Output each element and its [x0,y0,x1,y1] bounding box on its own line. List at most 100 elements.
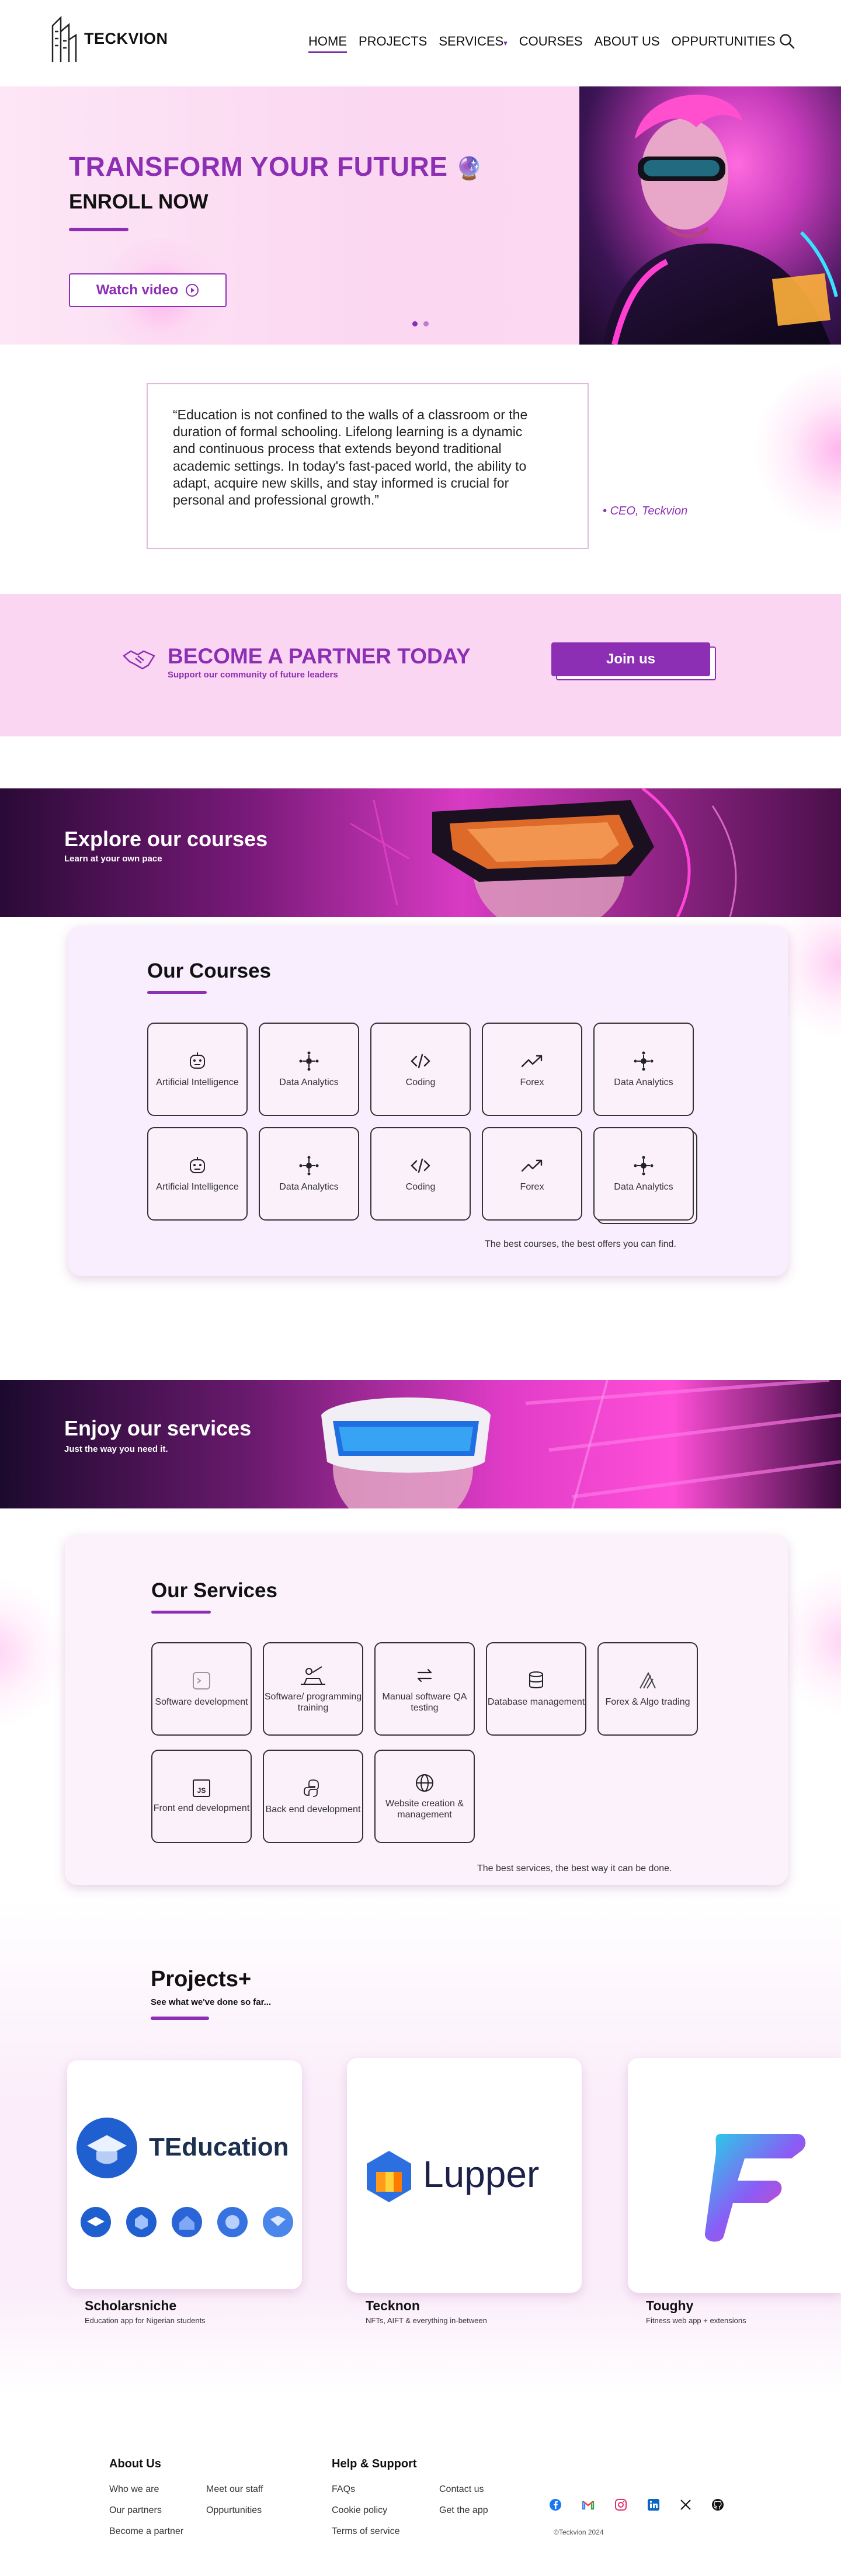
project-name: Toughy [646,2298,694,2313]
code-icon [411,1159,430,1173]
project-name: Tecknon [366,2298,420,2313]
hero-subtitle: ENROLL NOW [69,190,208,213]
service-tile-website[interactable]: Website creation & management [374,1750,475,1843]
footer-link[interactable]: Cookie policy [332,2505,387,2516]
search-icon[interactable] [779,33,795,49]
github-icon[interactable] [711,2498,724,2511]
footer-link[interactable]: Oppurtunities [206,2505,262,2516]
courses-banner-title: Explore our courses [64,827,268,851]
service-label: Database management [487,1697,585,1708]
courses-banner: Explore our courses Learn at your own pa… [0,788,841,917]
course-tile-data-analytics[interactable]: Data Analytics [259,1023,359,1116]
course-label: Data Analytics [614,1182,673,1193]
terminal-icon [193,1672,210,1690]
database-icon [529,1671,543,1689]
instagram-icon[interactable] [614,2498,627,2511]
carousel-dot[interactable] [412,321,418,326]
course-label: Artificial Intelligence [156,1182,239,1193]
course-tile-ai[interactable]: Artificial Intelligence [147,1023,248,1116]
projects-underline [151,2017,209,2020]
service-tile-forex-algo[interactable]: Forex & Algo trading [597,1642,698,1736]
chevron-down-icon: ▾ [503,39,508,47]
project-card-scholarsniche[interactable]: TEducation [67,2060,302,2289]
service-tile-training[interactable]: Software/ programming training [263,1642,363,1736]
watch-video-button[interactable]: Watch video [69,273,227,307]
course-tile-forex[interactable]: Forex [482,1127,582,1221]
nav-services[interactable]: SERVICES▾ [439,34,507,53]
robot-icon [190,1157,205,1174]
project-card-tecknon[interactable]: Lupper [347,2058,582,2293]
course-tile-coding[interactable]: Coding [370,1023,471,1116]
watch-video-label: Watch video [96,282,179,298]
nav-courses[interactable]: COURSES [519,34,583,53]
service-tile-software-dev[interactable]: Software development [151,1642,252,1736]
service-tile-back-end[interactable]: Back end development [263,1750,363,1843]
vr-glasses-illustration [321,1380,841,1508]
footer-link[interactable]: FAQs [332,2484,355,2495]
footer-link[interactable]: Become a partner [109,2526,183,2537]
projects-heading: Projects+ [151,1967,252,1991]
top-navbar: TECKVION HOME PROJECTS SERVICES▾ COURSES… [0,0,841,86]
trading-icon [640,1672,656,1689]
courses-caption: The best courses, the best offers you ca… [485,1239,676,1249]
footer-link[interactable]: Who we are [109,2484,159,2495]
course-tile-data-analytics[interactable]: Data Analytics [259,1127,359,1221]
teducation-logo-icon [77,2118,137,2178]
project-card-toughy[interactable] [628,2058,841,2293]
nav-services-label: SERVICES [439,34,504,48]
course-tile-coding[interactable]: Coding [370,1127,471,1221]
footer-link[interactable]: Get the app [439,2505,488,2516]
course-tile-forex[interactable]: Forex [482,1023,582,1116]
quote-author-name: CEO, Teckvion [610,505,688,517]
carousel-dot[interactable] [423,321,429,326]
footer-link[interactable]: Contact us [439,2484,484,2495]
hero-title-text: TRANSFORM YOUR FUTURE [69,151,448,182]
courses-heading: Our Courses [147,960,271,982]
nav-opportunities[interactable]: OPPURTUNITIES [672,34,776,53]
x-icon[interactable] [680,2499,691,2511]
facebook-icon[interactable] [549,2498,562,2511]
footer-link[interactable]: Terms of service [332,2526,399,2537]
footer-about-heading: About Us [109,2457,161,2470]
nav-home[interactable]: HOME [308,34,347,53]
service-tile-front-end[interactable]: JS Front end development [151,1750,252,1843]
course-tile-ai[interactable]: Artificial Intelligence [147,1127,248,1221]
join-us-button[interactable]: Join us [551,642,710,676]
gmail-icon[interactable] [582,2499,595,2510]
footer-link[interactable]: Our partners [109,2505,162,2516]
brand-name: TECKVION [84,29,168,47]
courses-banner-subtitle: Learn at your own pace [64,854,162,864]
nav-projects[interactable]: PROJECTS [359,34,427,53]
service-label: Software/ programming training [264,1691,362,1713]
code-icon [411,1054,430,1069]
hero-underline [69,228,128,231]
services-heading: Our Services [151,1579,277,1602]
course-label: Forex [520,1077,544,1088]
services-caption: The best services, the best way it can b… [477,1864,672,1873]
cyberpunk-person-illustration [603,95,838,345]
course-tile-data-analytics-2[interactable]: Data Analytics [593,1023,694,1116]
service-tile-qa-testing[interactable]: Manual software QA testing [374,1642,475,1736]
course-label: Artificial Intelligence [156,1077,239,1088]
course-label: Data Analytics [614,1077,673,1088]
services-banner-title: Enjoy our services [64,1416,252,1440]
projects-subheading: See what we've done so far... [151,1997,272,2007]
partner-title: BECOME A PARTNER TODAY [168,644,471,668]
teducation-logo-text: TEducation [149,2133,289,2161]
footer-link[interactable]: Meet our staff [206,2484,263,2495]
qa-arrows-icon [417,1668,432,1682]
badge-icon [217,2207,248,2237]
hero-section: TRANSFORM YOUR FUTURE 🔮 ENROLL NOW Watch… [0,86,841,345]
lupper-logo-icon [367,2151,411,2202]
lupper-logo-text: Lupper [423,2153,540,2195]
footer-help-heading: Help & Support [332,2457,417,2470]
course-label: Coding [405,1182,436,1193]
linkedin-icon[interactable] [647,2498,660,2511]
python-icon [304,1779,319,1798]
service-tile-database[interactable]: Database management [486,1642,586,1736]
course-tile-data-analytics-2[interactable]: Data Analytics [593,1127,694,1221]
nav-about[interactable]: ABOUT US [595,34,660,53]
brand-logo[interactable]: TECKVION [50,14,168,63]
data-node-icon [299,1051,319,1071]
service-label: Manual software QA testing [382,1691,467,1713]
